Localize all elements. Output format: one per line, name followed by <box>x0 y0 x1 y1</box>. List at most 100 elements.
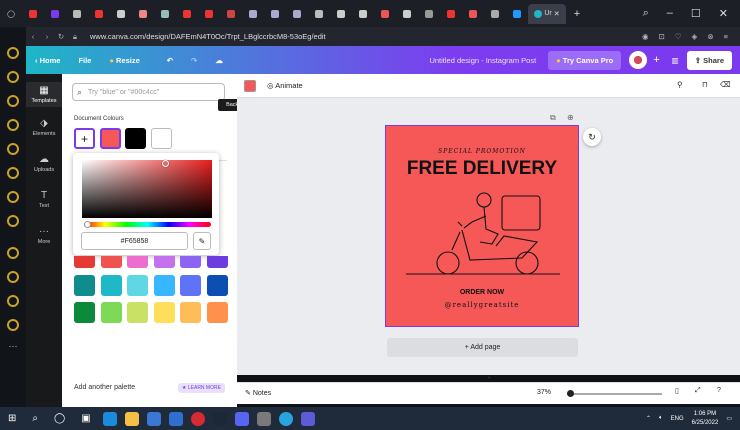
volume-icon[interactable]: 🔈︎ <box>659 415 663 422</box>
browser-tab-active[interactable]: Ur ✕ <box>528 3 566 24</box>
browser-tab[interactable] <box>242 4 264 24</box>
palette-swatch[interactable] <box>206 275 228 296</box>
rotate-icon[interactable]: ↻ <box>583 128 601 146</box>
help-icon[interactable]: ? <box>717 387 721 394</box>
background-colour-button[interactable] <box>244 80 256 92</box>
search-icon[interactable]: ⌕ <box>32 413 38 424</box>
rail-item-elements[interactable]: ⬗ Elements <box>26 118 62 137</box>
store-icon[interactable] <box>146 411 161 426</box>
mail-icon[interactable] <box>168 411 183 426</box>
reload-icon[interactable]: ↻ <box>54 32 68 41</box>
browser-tab[interactable] <box>220 4 242 24</box>
zoom-value[interactable]: 37% <box>537 389 551 396</box>
minimize-icon[interactable]: – <box>667 7 673 20</box>
browser-tab[interactable] <box>88 4 110 24</box>
edge-icon[interactable] <box>102 411 117 426</box>
add-page-button[interactable]: + Add page <box>387 338 578 357</box>
vpn-icon[interactable]: ◈ <box>692 32 698 41</box>
palette-swatch[interactable] <box>100 256 122 268</box>
browser-tab[interactable] <box>176 4 198 24</box>
rail-item-more[interactable]: ··· More <box>26 226 62 245</box>
duplicate-page-icon[interactable]: ⧉ <box>550 113 556 123</box>
telegram-icon[interactable] <box>7 167 19 179</box>
palette-swatch[interactable] <box>180 275 201 296</box>
language-indicator[interactable]: ENG <box>671 416 684 422</box>
lock-icon[interactable]: ⊓ <box>702 80 708 89</box>
clock[interactable]: 1:06 PM 6/25/2022 <box>692 410 719 428</box>
camera-icon[interactable]: ◉ <box>642 32 649 41</box>
palette-swatch[interactable] <box>127 256 148 268</box>
more-dots-icon[interactable]: ··· <box>9 341 18 351</box>
browser-tab[interactable] <box>506 4 528 24</box>
undo-icon[interactable]: ↶ <box>167 56 173 65</box>
browser-tab[interactable] <box>374 4 396 24</box>
browser-tab[interactable] <box>66 4 88 24</box>
saturation-gradient[interactable] <box>82 160 212 218</box>
share-button[interactable]: ⇪ Share <box>686 50 732 70</box>
browser-tab[interactable] <box>132 4 154 24</box>
doc-swatch[interactable] <box>151 128 172 149</box>
browser-tab[interactable] <box>462 4 484 24</box>
palette-swatch[interactable] <box>153 302 175 323</box>
palette-swatch[interactable] <box>74 256 95 268</box>
palette-swatch[interactable] <box>100 275 122 296</box>
search-icon[interactable]: ⌕ <box>643 7 649 20</box>
browser-tab[interactable] <box>330 4 352 24</box>
news-icon[interactable] <box>7 71 19 83</box>
notes-button[interactable]: ✎ Notes <box>245 389 271 397</box>
tray-chevron-icon[interactable]: ⌃ <box>646 415 651 422</box>
close-icon[interactable]: ✕ <box>719 7 728 20</box>
doc-swatch[interactable] <box>100 128 121 149</box>
analytics-icon[interactable]: ▥ <box>672 56 679 65</box>
palette-swatch[interactable] <box>206 256 228 268</box>
cloud-save-icon[interactable]: ☁ <box>215 56 223 65</box>
browser-tab[interactable] <box>22 4 44 24</box>
hex-input[interactable]: #F65858 <box>81 232 188 250</box>
easy-setup-icon[interactable]: ≡ <box>724 32 728 41</box>
trash-icon[interactable]: ⌫ <box>720 80 731 89</box>
opera-logo-icon[interactable]: ◯ <box>0 4 22 24</box>
player-icon[interactable] <box>7 215 19 227</box>
gradient-handle[interactable] <box>162 160 169 167</box>
palette-swatch[interactable] <box>153 275 175 296</box>
palette-swatch[interactable] <box>180 256 201 268</box>
doc-swatch[interactable] <box>125 128 146 149</box>
maximize-icon[interactable]: ☐ <box>691 7 701 20</box>
browser-tab[interactable] <box>44 4 66 24</box>
browser-tab[interactable] <box>154 4 176 24</box>
palette-swatch[interactable] <box>180 302 201 323</box>
browser-tab[interactable] <box>352 4 374 24</box>
rail-item-uploads[interactable]: ☁ Uploads <box>26 154 62 173</box>
add-collaborator-icon[interactable]: + <box>653 54 659 66</box>
forward-icon[interactable]: › <box>40 32 54 41</box>
instagram-icon[interactable] <box>7 191 19 203</box>
browser-tab[interactable] <box>308 4 330 24</box>
eyedropper-icon[interactable]: ✎ <box>193 232 211 250</box>
palette-swatch[interactable] <box>74 302 95 323</box>
add-palette-link[interactable]: Add another palette <box>74 384 135 391</box>
hue-slider[interactable] <box>84 222 211 227</box>
browser-tab[interactable] <box>484 4 506 24</box>
resize-button[interactable]: ● Resize <box>109 56 139 65</box>
cube-icon[interactable] <box>7 271 19 283</box>
app-icon[interactable] <box>256 411 271 426</box>
design-page[interactable]: SPECIAL PROMOTION FREE DELIVERY ORDER NO… <box>385 125 579 327</box>
word-icon[interactable] <box>300 411 315 426</box>
windows-start-icon[interactable]: ⊞ <box>8 413 16 424</box>
try-pro-button[interactable]: ● Try Canva Pro <box>548 50 622 70</box>
browser-tab[interactable] <box>440 4 462 24</box>
palette-swatch[interactable] <box>74 275 95 296</box>
learn-more-badge[interactable]: ★ LEARN MORE <box>178 383 225 393</box>
palette-swatch[interactable] <box>153 256 175 268</box>
palette-swatch[interactable] <box>100 302 122 323</box>
clock-icon[interactable] <box>7 295 19 307</box>
notifications-icon[interactable]: ▭ <box>726 415 732 422</box>
url-field[interactable]: www.canva.com/design/DAFEmN4T0Oc/Trpt_LB… <box>90 32 326 41</box>
extensions-icon[interactable]: ⊗ <box>707 32 713 41</box>
zoom-slider-handle[interactable] <box>567 390 574 397</box>
file-explorer-icon[interactable] <box>124 411 139 426</box>
browser-tab[interactable] <box>418 4 440 24</box>
new-tab-icon[interactable]: + <box>566 4 588 24</box>
back-icon[interactable]: ‹ <box>26 32 40 41</box>
history-icon[interactable] <box>7 247 19 259</box>
